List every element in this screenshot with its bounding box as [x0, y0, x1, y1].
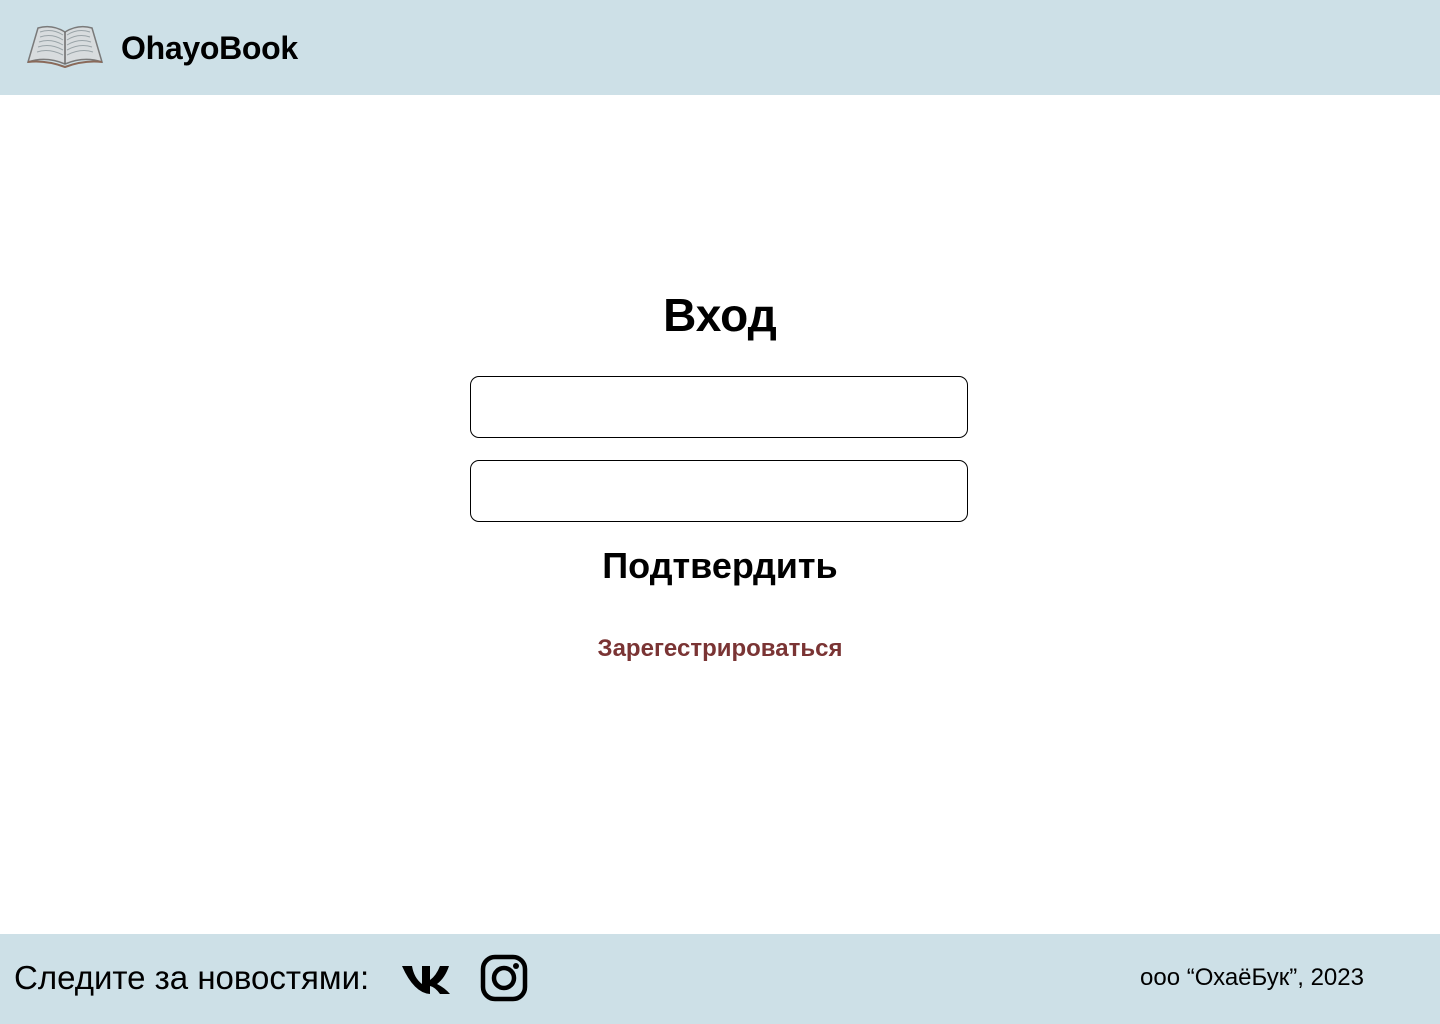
password-input[interactable]	[470, 460, 968, 522]
site-header: OhayoBook	[0, 0, 1440, 95]
site-footer: Следите за новостями: ооо “ОхаёБук”, 202…	[0, 934, 1440, 1024]
instagram-icon[interactable]	[480, 954, 528, 1002]
copyright-text: ооо “ОхаёБук”, 2023	[1140, 964, 1364, 991]
vk-icon[interactable]	[400, 960, 452, 998]
register-link[interactable]: Зарегестрироваться	[520, 632, 920, 666]
brand-name[interactable]: OhayoBook	[121, 28, 298, 68]
submit-button[interactable]: Подтвердить	[520, 540, 920, 592]
login-input[interactable]	[470, 376, 968, 438]
open-book-icon[interactable]	[26, 22, 104, 69]
follow-news-label: Следите за новостями:	[14, 959, 370, 996]
page-title: Вход	[663, 289, 777, 341]
